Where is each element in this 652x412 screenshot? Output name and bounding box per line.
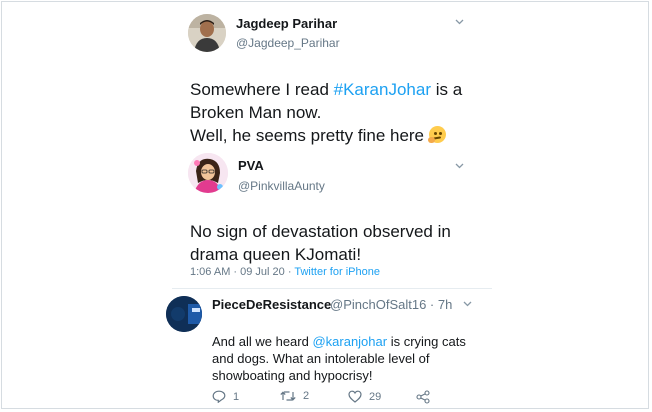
- avatar[interactable]: [188, 153, 228, 193]
- tweet2-author-name[interactable]: PVA: [238, 158, 264, 173]
- avatar[interactable]: [166, 296, 202, 332]
- tweet1-line2: Broken Man now.: [190, 103, 322, 122]
- like-count: 29: [369, 390, 382, 403]
- retweet-button[interactable]: 2: [280, 390, 309, 402]
- tweet3-text-line1-post: is crying cats: [387, 334, 466, 349]
- chevron-down-icon[interactable]: [463, 301, 472, 309]
- hashtag-link[interactable]: #KaranJohar: [334, 80, 431, 99]
- tweet2-text: No sign of devastation observed in drama…: [190, 220, 490, 266]
- tweet3-line2: and dogs. What an intolerable level of: [212, 351, 430, 366]
- screenshot-frame: Jagdeep Parihar @Jagdeep_Parihar Somewhe…: [1, 1, 649, 409]
- tweet1-author-name[interactable]: Jagdeep Parihar: [236, 16, 337, 31]
- tweet1-text: Somewhere I read #KaranJohar is a Broken…: [190, 78, 490, 147]
- tweet3-author-name[interactable]: PieceDeResistance: [212, 297, 331, 312]
- thinking-face-emoji-icon: [427, 126, 446, 143]
- tweet1-handle[interactable]: @Jagdeep_Parihar: [236, 36, 340, 50]
- share-icon: [416, 390, 430, 404]
- tweet1-text-line1-post: is a: [430, 80, 463, 99]
- tweet2-meta: 1:06 AM · 09 Jul 20 · Twitter for iPhone: [190, 266, 380, 278]
- mention-link[interactable]: @karanjohar: [312, 334, 387, 349]
- tweet2-line1: No sign of devastation observed in: [190, 222, 451, 241]
- tweet2-line2: drama queen KJomati!: [190, 245, 362, 264]
- heart-icon: [348, 390, 362, 403]
- tweet2-timestamp[interactable]: 1:06 AM · 09 Jul 20 ·: [190, 266, 294, 278]
- tweet2-source-link[interactable]: Twitter for iPhone: [294, 266, 380, 278]
- tweet1-text-line3: Well, he seems pretty fine here: [190, 126, 425, 145]
- tweet3-text: And all we heard @karanjohar is crying c…: [212, 333, 482, 384]
- divider: [172, 288, 492, 289]
- chevron-down-icon[interactable]: [455, 163, 464, 171]
- reply-icon: [212, 390, 226, 403]
- reply-count: 1: [233, 390, 240, 403]
- tweet1-line1: Somewhere I read #KaranJohar is a: [190, 78, 490, 101]
- retweet-count: 2: [303, 390, 310, 402]
- tweet1-text-line1-pre: Somewhere I read: [190, 80, 334, 99]
- tweet3-text-line1-pre: And all we heard: [212, 334, 313, 349]
- share-button[interactable]: [416, 390, 430, 404]
- like-button[interactable]: 29: [348, 390, 381, 403]
- avatar[interactable]: [188, 14, 226, 52]
- tweet3-handle-time[interactable]: @PinchOfSalt16 · 7h: [330, 297, 452, 312]
- tweet3-line1: And all we heard @karanjohar is crying c…: [212, 333, 482, 350]
- reply-button[interactable]: 1: [212, 390, 239, 403]
- chevron-down-icon[interactable]: [455, 19, 464, 27]
- retweet-icon: [280, 390, 296, 402]
- tweet1-line3: Well, he seems pretty fine here: [190, 124, 490, 147]
- tweet3-line3: showboating and hypocrisy!: [212, 368, 373, 383]
- tweet2-handle[interactable]: @PinkvillaAunty: [238, 179, 325, 193]
